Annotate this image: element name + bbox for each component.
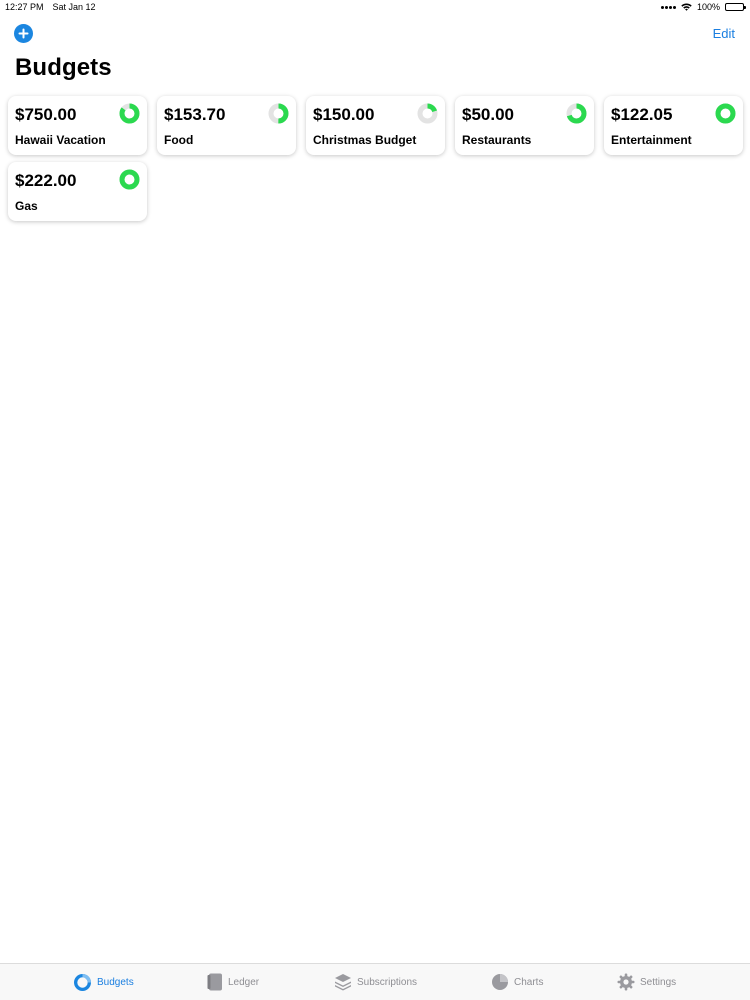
progress-ring-icon <box>715 103 736 124</box>
budgets-icon <box>74 973 91 991</box>
budget-amount: $153.70 <box>164 105 226 124</box>
progress-ring-icon <box>119 169 140 190</box>
budget-grid: $750.00 Hawaii Vacation $153.70 Food $15… <box>8 96 744 221</box>
add-budget-button[interactable] <box>14 24 33 43</box>
tab-label: Budgets <box>97 976 134 988</box>
status-left: 12:27 PM Sat Jan 12 <box>5 2 96 12</box>
progress-ring-arc <box>119 169 140 190</box>
progress-ring-icon <box>268 103 289 124</box>
status-time: 12:27 PM <box>5 2 44 12</box>
tab-charts[interactable]: Charts <box>491 964 543 1000</box>
status-date: Sat Jan 12 <box>52 2 96 12</box>
subscriptions-icon <box>335 974 351 991</box>
budget-card[interactable]: $153.70 Food <box>157 96 296 155</box>
budget-amount: $750.00 <box>15 105 77 124</box>
tab-settings[interactable]: Settings <box>617 964 676 1000</box>
tab-label: Subscriptions <box>357 976 418 988</box>
signal-icon <box>660 5 676 9</box>
budget-name: Restaurants <box>462 133 532 147</box>
status-right: 100% <box>660 2 746 12</box>
budget-amount: $122.05 <box>611 105 673 124</box>
budget-card[interactable]: $150.00 Christmas Budget <box>306 96 445 155</box>
budget-name: Entertainment <box>611 133 692 147</box>
status-bar: 12:27 PM Sat Jan 12 100% <box>0 0 750 16</box>
tab-subscriptions[interactable]: Subscriptions <box>334 964 417 1000</box>
edit-button[interactable]: Edit <box>713 26 735 41</box>
budget-card[interactable]: $750.00 Hawaii Vacation <box>8 96 147 155</box>
budget-name: Hawaii Vacation <box>15 133 106 147</box>
plus-icon <box>18 28 29 39</box>
tab-ledger[interactable]: Ledger <box>207 964 259 1000</box>
ledger-icon <box>207 973 222 991</box>
progress-ring-icon <box>119 103 140 124</box>
page-title: Budgets <box>15 54 112 81</box>
budget-name: Christmas Budget <box>313 133 417 147</box>
battery-percent: 100% <box>696 2 720 12</box>
budget-card[interactable]: $50.00 Restaurants <box>455 96 594 155</box>
tab-bar: Budgets Ledger Subscriptions Charts Sett… <box>0 963 750 1000</box>
budget-card[interactable]: $122.05 Entertainment <box>604 96 743 155</box>
budget-amount: $150.00 <box>313 105 375 124</box>
battery-icon <box>725 3 746 11</box>
progress-ring-icon <box>417 103 438 124</box>
wifi-icon <box>681 3 692 11</box>
charts-icon <box>492 974 508 990</box>
tab-label: Ledger <box>228 976 260 988</box>
tab-label: Charts <box>514 976 544 988</box>
budget-name: Gas <box>15 199 38 213</box>
budget-card[interactable]: $222.00 Gas <box>8 162 147 221</box>
budget-amount: $50.00 <box>462 105 514 124</box>
progress-ring-arc <box>715 103 736 124</box>
settings-icon <box>617 973 635 991</box>
progress-ring-icon <box>566 103 587 124</box>
tab-budgets[interactable]: Budgets <box>73 964 134 1000</box>
budget-name: Food <box>164 133 194 147</box>
budget-amount: $222.00 <box>15 171 77 190</box>
tab-label: Settings <box>640 976 677 988</box>
